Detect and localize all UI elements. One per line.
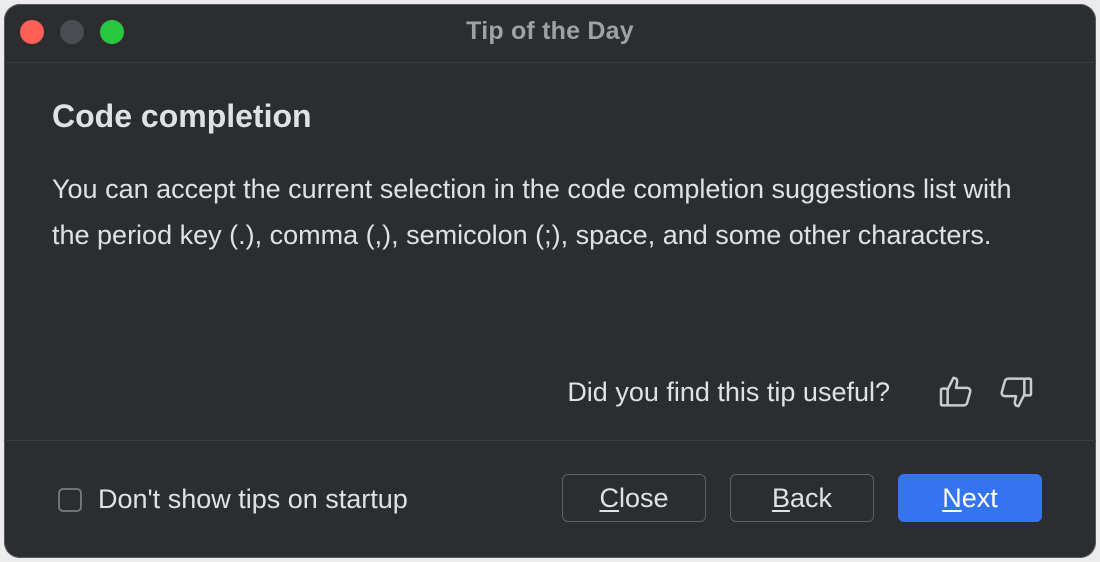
dont-show-tips-checkbox[interactable] [58,487,82,512]
window-title: Tip of the Day [466,17,634,45]
back-button-mnemonic: B [771,482,790,513]
back-button-label: ack [789,482,833,513]
close-button-mnemonic: C [599,482,619,513]
tip-of-the-day-dialog: Tip of the Day Code completion You can a… [4,4,1096,558]
title-bar: Tip of the Day [4,4,1096,63]
tip-text: You can accept the current selection in … [52,174,1012,250]
back-button[interactable]: Back [730,474,874,522]
dont-show-tips-label[interactable]: Don't show tips on startup [98,484,408,515]
close-button-label: lose [618,482,669,513]
feedback-row: Did you find this tip useful? [567,372,1036,412]
next-button[interactable]: Next [898,474,1042,522]
dont-show-tips-option: Don't show tips on startup [58,484,408,515]
close-button[interactable]: Close [562,474,706,522]
footer-separator [4,440,1096,441]
thumbs-up-icon[interactable] [936,372,976,412]
feedback-question: Did you find this tip useful? [567,376,890,407]
next-button-mnemonic: N [942,482,962,513]
thumbs-down-icon[interactable] [996,372,1036,412]
tip-heading: Code completion [52,98,312,134]
next-button-label: ext [961,482,998,513]
